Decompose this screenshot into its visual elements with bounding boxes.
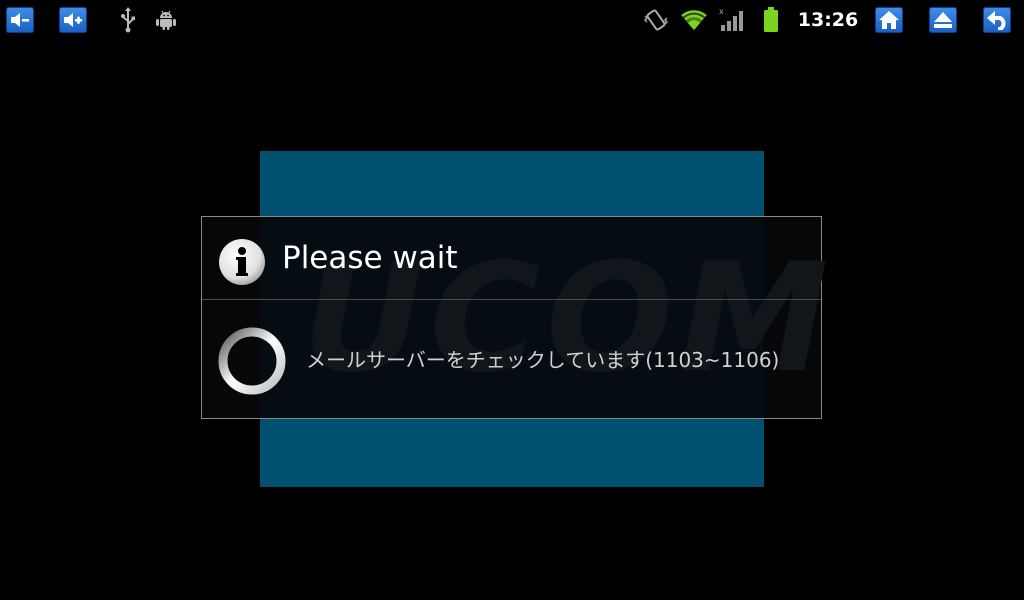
- eject-button[interactable]: [929, 7, 957, 33]
- wifi-icon: [680, 6, 708, 34]
- eject-icon: [934, 12, 952, 28]
- progress-dialog: UCOM Please wait メールサーバーをチェックしています(1103~…: [201, 216, 829, 419]
- home-button[interactable]: [875, 7, 903, 33]
- dialog-message: メールサーバーをチェックしています(1103~1106): [306, 348, 780, 372]
- usb-icon: [114, 6, 142, 34]
- dialog-divider: [202, 299, 821, 300]
- volume-down-icon: [11, 13, 29, 27]
- volume-up-icon: [64, 13, 82, 27]
- clock: 13:26: [797, 9, 859, 31]
- back-icon: [987, 11, 1006, 30]
- status-bar: x 13:26: [0, 0, 1024, 40]
- volume-up-button[interactable]: [59, 7, 87, 33]
- signal-icon: x: [718, 6, 746, 34]
- vibrate-icon: [642, 6, 670, 34]
- back-button[interactable]: [983, 7, 1011, 33]
- android-debug-icon: [152, 6, 180, 34]
- home-icon: [879, 11, 899, 29]
- dialog-title: Please wait: [282, 240, 458, 276]
- info-icon: [219, 239, 265, 285]
- svg-text:x: x: [719, 7, 724, 16]
- volume-down-button[interactable]: [6, 7, 34, 33]
- battery-icon: [757, 6, 785, 34]
- dialog-header: Please wait: [202, 217, 821, 299]
- progress-spinner-icon: [218, 327, 286, 395]
